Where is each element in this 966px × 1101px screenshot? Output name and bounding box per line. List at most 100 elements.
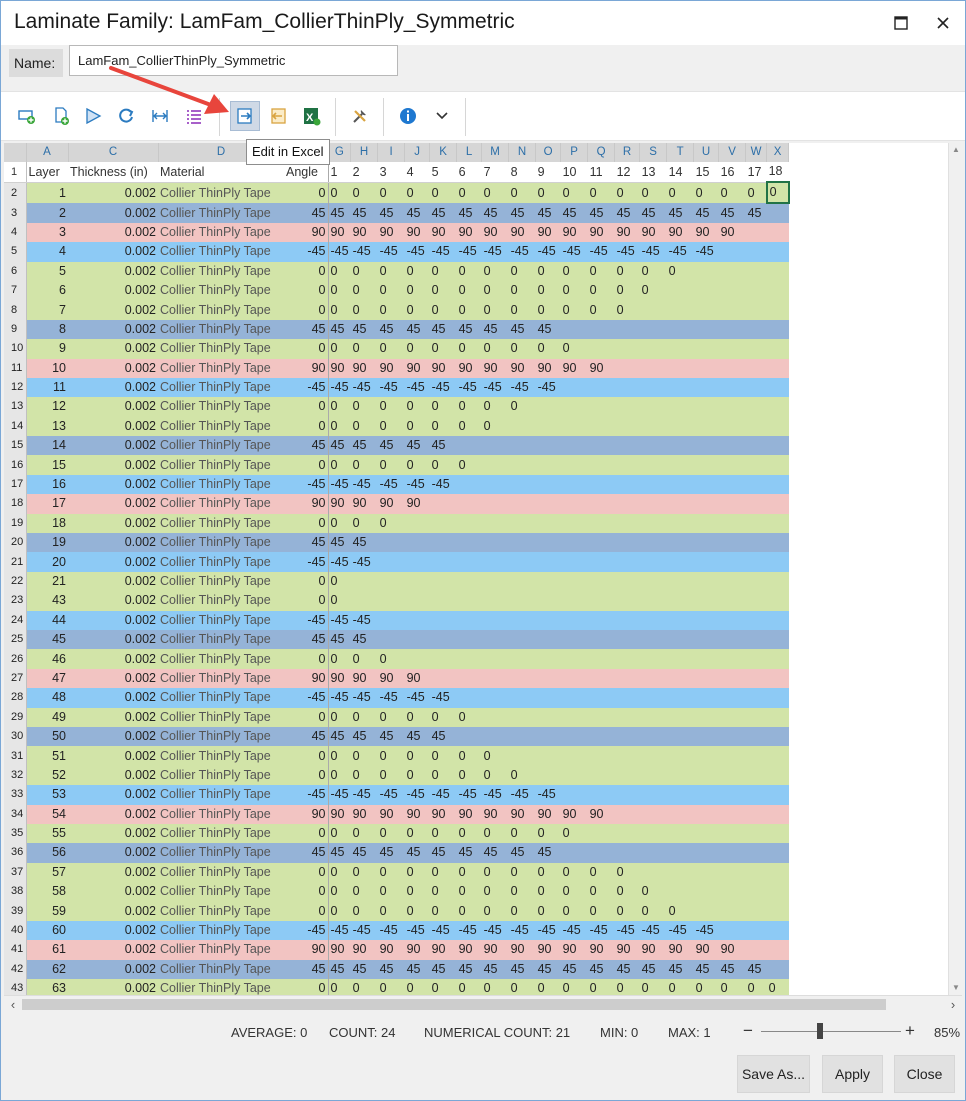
ply-cell[interactable] xyxy=(560,436,588,456)
ply-cell[interactable] xyxy=(456,533,482,553)
ply-cell[interactable]: 45 xyxy=(456,959,482,980)
ply-cell[interactable] xyxy=(693,591,719,611)
ply-cell[interactable]: 0 xyxy=(404,397,430,417)
ply-cell[interactable]: 0 xyxy=(639,280,667,301)
ply-cell[interactable] xyxy=(745,940,767,960)
more-options-button[interactable] xyxy=(428,102,456,130)
table-row[interactable]: 20 19 0.002 Collier ThinPly Tape 45 45 45 xyxy=(4,533,789,553)
row-number[interactable]: 32 xyxy=(4,765,27,786)
thickness-cell[interactable]: 0.002 xyxy=(68,746,158,766)
ply-cell[interactable] xyxy=(745,629,767,650)
row-number[interactable]: 14 xyxy=(4,416,27,437)
material-cell[interactable]: Collier ThinPly Tape xyxy=(158,358,284,378)
ply-cell[interactable] xyxy=(587,668,615,689)
ply-cell[interactable]: 0 xyxy=(560,280,588,301)
ply-cell[interactable]: 0 xyxy=(456,862,482,883)
ply-cell[interactable]: -45 xyxy=(535,242,561,262)
ply-cell[interactable] xyxy=(535,610,561,630)
ply-cell[interactable]: 90 xyxy=(350,668,378,689)
ply-cell[interactable]: -45 xyxy=(328,920,351,941)
ply-cell[interactable]: 90 xyxy=(404,358,430,378)
ply-cell[interactable]: -45 xyxy=(481,920,509,941)
ply-cell[interactable]: 90 xyxy=(350,222,378,243)
row-number[interactable]: 20 xyxy=(4,533,27,553)
ply-cell[interactable] xyxy=(481,533,509,553)
ply-cell[interactable]: 0 xyxy=(639,261,667,281)
ply-cell[interactable] xyxy=(666,746,694,766)
ply-cell[interactable] xyxy=(666,474,694,495)
ply-cell[interactable]: -45 xyxy=(328,552,351,572)
ply-cell[interactable] xyxy=(481,629,509,650)
ply-cell[interactable] xyxy=(614,474,640,495)
thickness-cell[interactable]: 0.002 xyxy=(68,319,158,340)
ply-cell[interactable] xyxy=(560,726,588,747)
thickness-cell[interactable]: 0.002 xyxy=(68,203,158,223)
ply-cell[interactable] xyxy=(639,765,667,786)
ply-cell[interactable] xyxy=(535,629,561,650)
ply-cell[interactable] xyxy=(535,416,561,437)
ply-cell[interactable] xyxy=(766,416,789,437)
ply-cell[interactable]: 0 xyxy=(328,513,351,534)
ply-cell[interactable]: 45 xyxy=(481,843,509,863)
angle-cell[interactable]: 0 xyxy=(284,862,329,883)
ply-cell[interactable] xyxy=(766,668,789,689)
layer-cell[interactable]: 19 xyxy=(26,533,68,553)
ply-cell[interactable]: -45 xyxy=(429,474,457,495)
ply-cell[interactable] xyxy=(745,571,767,592)
ply-cell[interactable] xyxy=(745,649,767,669)
ply-cell[interactable]: 0 xyxy=(614,261,640,281)
ply-cell[interactable] xyxy=(508,591,536,611)
ply-cell[interactable]: 45 xyxy=(693,959,719,980)
column-letter[interactable]: U xyxy=(693,143,720,163)
table-row[interactable]: 5 4 0.002 Collier ThinPly Tape -45 -45 -45 -45-… xyxy=(4,242,789,262)
table-row[interactable]: 15 14 0.002 Collier ThinPly Tape 45 45 45 45 45 4… xyxy=(4,436,789,456)
material-cell[interactable]: Collier ThinPly Tape xyxy=(158,823,284,844)
ply-cell[interactable] xyxy=(745,707,767,727)
ply-cell[interactable]: -45 xyxy=(560,920,588,941)
thickness-cell[interactable]: 0.002 xyxy=(68,397,158,417)
ply-cell[interactable]: -45 xyxy=(404,785,430,805)
ply-cell[interactable] xyxy=(666,533,694,553)
ply-cell[interactable]: 0 xyxy=(377,261,405,281)
ply-cell[interactable]: 0 xyxy=(429,280,457,301)
ply-cell[interactable] xyxy=(404,513,430,534)
ply-cell[interactable]: 0 xyxy=(328,339,351,359)
ply-cell[interactable] xyxy=(745,358,767,378)
ply-cell[interactable] xyxy=(404,533,430,553)
ply-cell[interactable]: 45 xyxy=(377,203,405,223)
ply-cell[interactable] xyxy=(587,649,615,669)
ply-cell[interactable]: -45 xyxy=(693,920,719,941)
material-cell[interactable]: Collier ThinPly Tape xyxy=(158,474,284,495)
ply-cell[interactable]: 90 xyxy=(404,940,430,960)
row-number[interactable]: 36 xyxy=(4,843,27,863)
ply-cell[interactable] xyxy=(766,552,789,572)
material-cell[interactable]: Collier ThinPly Tape xyxy=(158,959,284,980)
ply-cell[interactable]: 45 xyxy=(508,319,536,340)
ply-cell[interactable] xyxy=(614,552,640,572)
layer-cell[interactable]: 2 xyxy=(26,203,68,223)
ply-cell[interactable]: 0 xyxy=(766,979,789,995)
ply-cell[interactable] xyxy=(693,901,719,921)
column-header[interactable]: Angle xyxy=(284,162,329,183)
thickness-cell[interactable]: 0.002 xyxy=(68,765,158,786)
ply-cell[interactable]: -45 xyxy=(328,688,351,708)
ply-cell[interactable] xyxy=(614,571,640,592)
ply-cell[interactable] xyxy=(693,746,719,766)
ply-cell[interactable]: 0 xyxy=(404,707,430,727)
ply-cell[interactable] xyxy=(666,707,694,727)
thickness-cell[interactable]: 0.002 xyxy=(68,901,158,921)
ply-cell[interactable]: 90 xyxy=(328,494,351,514)
layer-cell[interactable]: 60 xyxy=(26,920,68,941)
angle-cell[interactable]: 0 xyxy=(284,416,329,437)
table-row[interactable]: 39 59 0.002 Collier ThinPly Tape 0 0 0 0 0 0 0 0 0 0 0… xyxy=(4,901,789,921)
ply-cell[interactable] xyxy=(666,436,694,456)
ply-cell[interactable]: 0 xyxy=(614,300,640,320)
ply-cell[interactable] xyxy=(666,882,694,902)
ply-cell[interactable]: -45 xyxy=(350,610,378,630)
ply-cell[interactable] xyxy=(508,629,536,650)
ply-cell[interactable] xyxy=(745,765,767,786)
ply-cell[interactable]: 90 xyxy=(350,804,378,824)
ply-cell[interactable]: 0 xyxy=(481,901,509,921)
ply-cell[interactable]: 0 xyxy=(350,416,378,437)
ply-cell[interactable] xyxy=(718,261,746,281)
